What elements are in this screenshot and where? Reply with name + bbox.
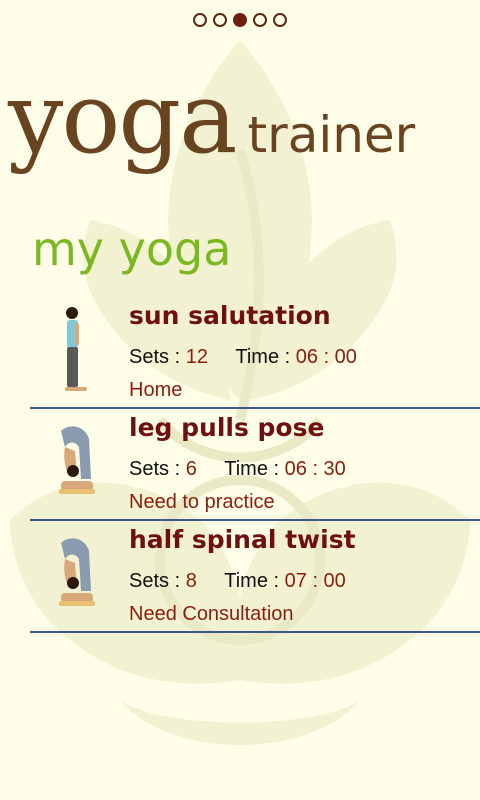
routine-row-1[interactable]: sun salutation Sets : 12 Time : 06 : 00 … — [0, 297, 480, 409]
standing-pose-icon — [65, 307, 87, 391]
routine-name: leg pulls pose — [129, 413, 325, 442]
routine-note: Need to practice — [129, 491, 275, 513]
page-dot-2[interactable] — [213, 13, 227, 27]
routine-row-2[interactable]: leg pulls pose Sets : 6 Time : 06 : 30 N… — [0, 409, 480, 521]
app-logo: yoga trainer — [8, 62, 415, 176]
page-dot-4[interactable] — [253, 13, 267, 27]
row-divider — [30, 631, 480, 633]
routine-stats: Sets : 6 Time : 06 : 30 — [129, 458, 346, 480]
routine-stats: Sets : 12 Time : 06 : 00 — [129, 346, 357, 368]
page-indicator — [0, 13, 480, 27]
routine-name: half spinal twist — [129, 525, 356, 554]
logo-word-yoga: yoga — [8, 62, 238, 176]
forward-bend-pose-icon — [59, 538, 95, 606]
page-dot-3[interactable] — [233, 13, 247, 27]
forward-bend-pose-icon — [59, 426, 95, 494]
section-title: my yoga — [32, 222, 232, 276]
logo-word-trainer: trainer — [247, 106, 416, 164]
routine-row-3[interactable]: half spinal twist Sets : 8 Time : 07 : 0… — [0, 521, 480, 633]
routine-note: Home — [129, 379, 183, 401]
page-dot-5[interactable] — [273, 13, 287, 27]
routine-name: sun salutation — [129, 301, 331, 330]
routine-note: Need Consultation — [129, 603, 294, 625]
page-dot-1[interactable] — [193, 13, 207, 27]
routine-stats: Sets : 8 Time : 07 : 00 — [129, 570, 346, 592]
